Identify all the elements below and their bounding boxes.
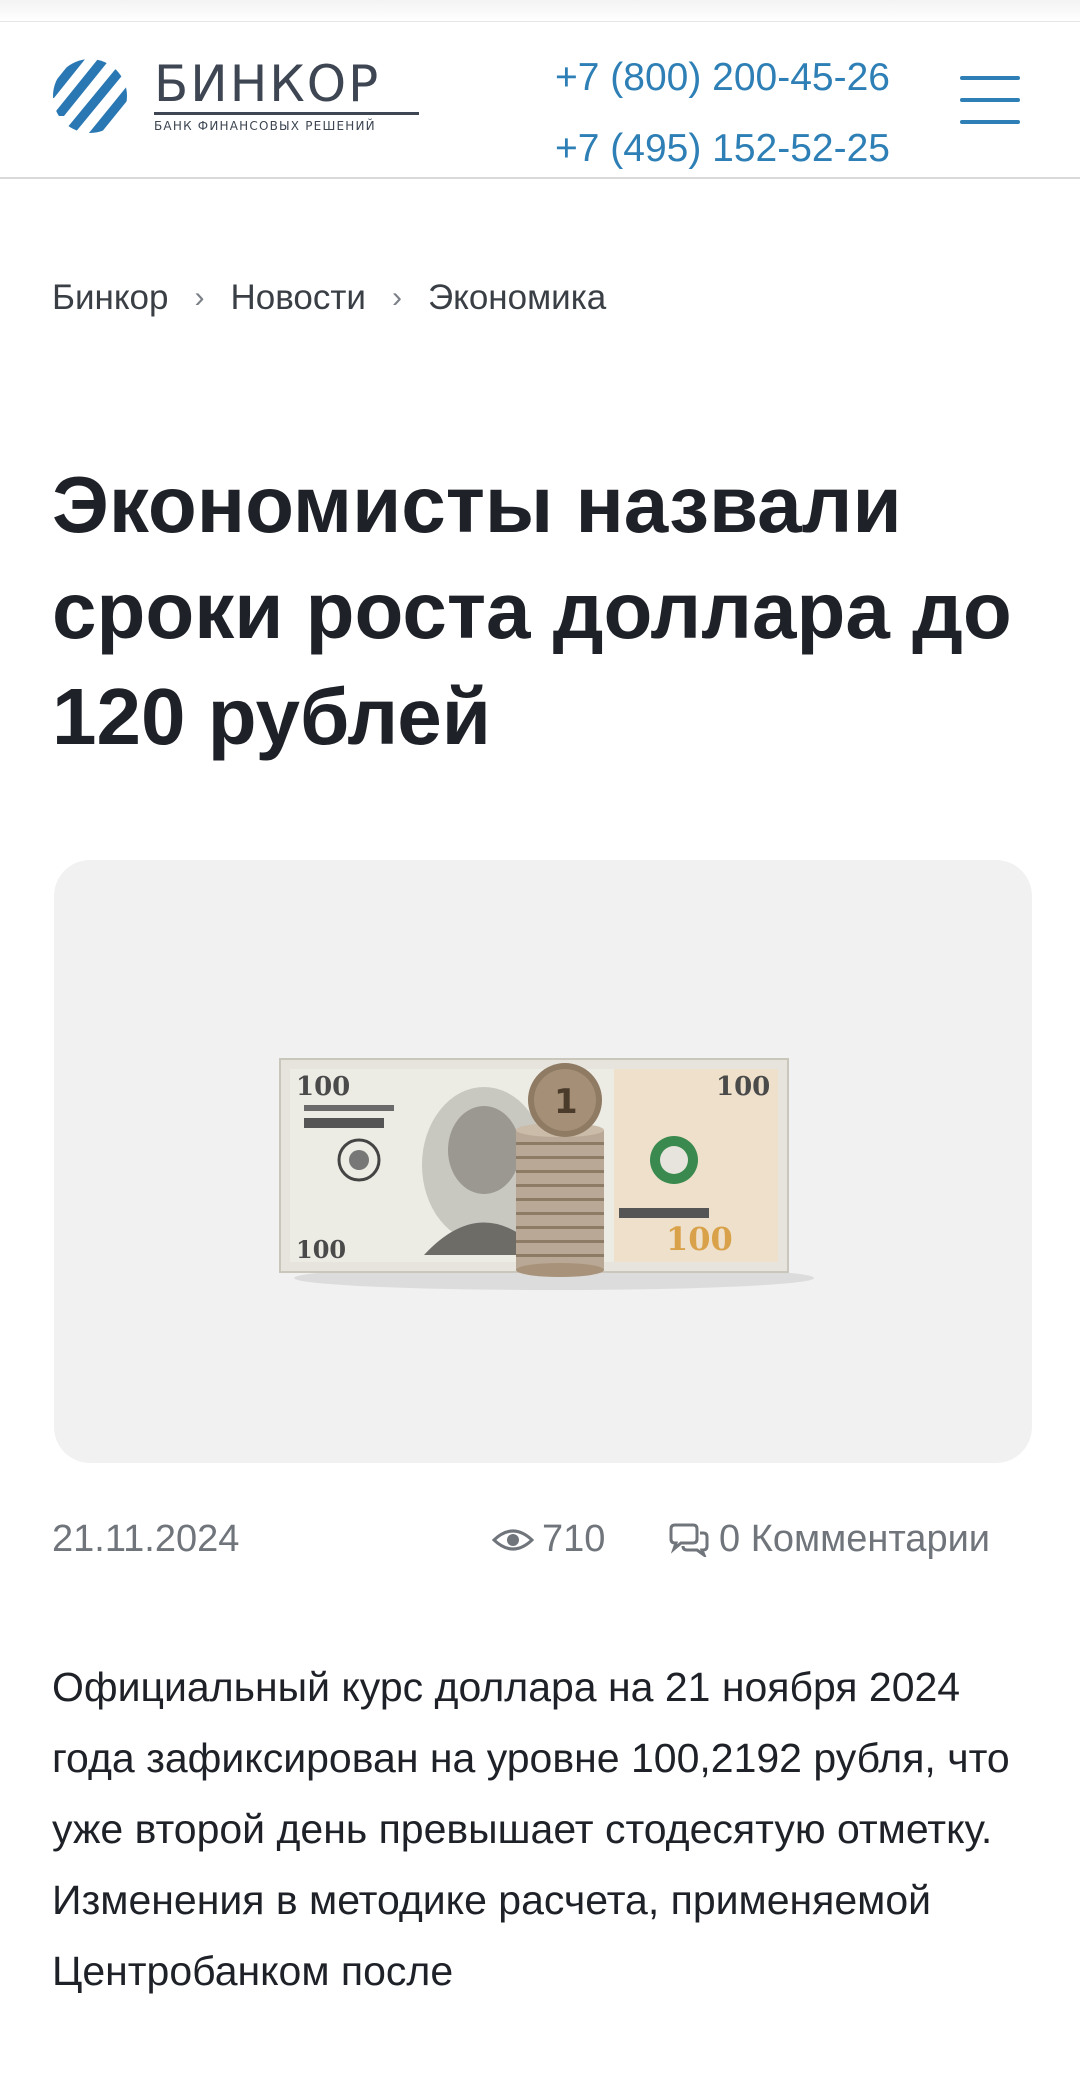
svg-text:100: 100 bbox=[666, 1220, 733, 1258]
article-image: 100 100 100 100 1 bbox=[54, 860, 1032, 1463]
views-value: 710 bbox=[542, 1518, 606, 1560]
binkor-logo-icon bbox=[53, 59, 127, 133]
article-title: Экономисты назвали сроки роста доллара д… bbox=[52, 460, 1012, 761]
eye-icon bbox=[492, 1529, 534, 1550]
comments-value: 0 Комментарии bbox=[719, 1518, 991, 1560]
views-count: 710 bbox=[492, 1518, 605, 1561]
svg-text:100: 100 bbox=[296, 1235, 346, 1264]
menu-line bbox=[960, 76, 1020, 80]
svg-text:1: 1 bbox=[554, 1082, 578, 1122]
breadcrumb-item-economy[interactable]: Экономика bbox=[428, 278, 606, 318]
logo-link[interactable]: БИНКОР БАНК ФИНАНСОВЫХ РЕШЕНИЙ bbox=[52, 58, 419, 134]
phone-link-2[interactable]: +7 (495) 152-52-25 bbox=[555, 113, 890, 184]
logo-underline bbox=[154, 112, 419, 115]
chevron-right-icon: › bbox=[391, 281, 402, 314]
phone-list: +7 (800) 200-45-26 +7 (495) 152-52-25 bbox=[555, 42, 890, 184]
logo-name: БИНКОР bbox=[154, 55, 381, 113]
svg-text:100: 100 bbox=[716, 1072, 770, 1102]
breadcrumb: Бинкор › Новости › Экономика bbox=[52, 278, 606, 318]
breadcrumb-item-home[interactable]: Бинкор bbox=[52, 278, 168, 318]
article-meta: 21.11.2024 710 0 Комментарии bbox=[52, 1518, 1032, 1568]
menu-line bbox=[960, 120, 1020, 124]
comments-icon bbox=[669, 1523, 709, 1557]
site-header: БИНКОР БАНК ФИНАНСОВЫХ РЕШЕНИЙ +7 (800) … bbox=[0, 24, 1080, 179]
page: БИНКОР БАНК ФИНАНСОВЫХ РЕШЕНИЙ +7 (800) … bbox=[0, 0, 1080, 2085]
logo-text: БИНКОР БАНК ФИНАНСОВЫХ РЕШЕНИЙ bbox=[154, 59, 419, 133]
menu-line bbox=[960, 98, 1020, 102]
chevron-right-icon: › bbox=[194, 281, 205, 314]
logo-tagline: БАНК ФИНАНСОВЫХ РЕШЕНИЙ bbox=[154, 119, 376, 133]
phone-link-1[interactable]: +7 (800) 200-45-26 bbox=[555, 42, 890, 113]
article-body: Официальный курс доллара на 21 ноября 20… bbox=[52, 1664, 1010, 1994]
comments-link[interactable]: 0 Комментарии bbox=[667, 1518, 990, 1561]
publish-date: 21.11.2024 bbox=[52, 1518, 240, 1560]
top-status-strip bbox=[0, 0, 1080, 22]
breadcrumb-item-news[interactable]: Новости bbox=[230, 278, 366, 318]
svg-text:100: 100 bbox=[296, 1072, 350, 1102]
hamburger-menu-icon[interactable] bbox=[960, 76, 1020, 128]
dollar-bill-and-ruble-coins-image: 100 100 100 100 1 bbox=[279, 1058, 814, 1290]
